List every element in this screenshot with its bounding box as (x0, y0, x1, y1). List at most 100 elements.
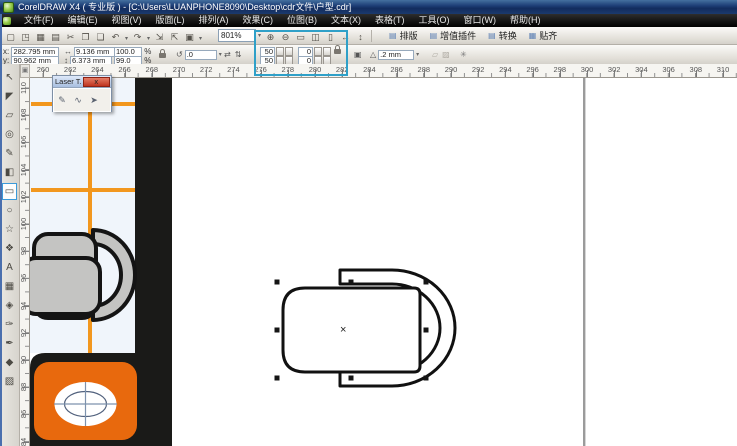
zoom-level-combo[interactable]: 801% ▾ (218, 29, 263, 42)
ellipse-tool[interactable]: ○ (2, 202, 17, 219)
interactive-fill-tool[interactable]: ▨ (2, 373, 17, 390)
menu-item-text[interactable]: 文本(X) (324, 14, 368, 27)
layout-button[interactable]: ▤排版 (389, 29, 418, 42)
snap-button-icon: ▦ (529, 31, 537, 40)
paste-icon[interactable]: ❏ (93, 31, 108, 44)
to-back-icon[interactable]: ▨ (442, 50, 450, 59)
hruler-tick (342, 70, 343, 77)
snap-button[interactable]: ▦贴齐 (529, 29, 558, 42)
menu-item-effects[interactable]: 效果(C) (236, 14, 281, 27)
vertical-ruler[interactable]: 1101081061041021009896949290888684 (20, 78, 30, 446)
fill-tool[interactable]: ◆ (2, 354, 17, 371)
text-tool[interactable]: A (2, 259, 17, 276)
floor-plan-drawing (30, 78, 737, 446)
app-launcher-icon[interactable]: ▣ (182, 31, 197, 44)
app-launcher-icon-dropdown[interactable]: ▾ (197, 35, 204, 42)
zoom-level-value[interactable]: 801% (218, 29, 256, 42)
cut-icon[interactable]: ✂ (63, 31, 78, 44)
menu-item-window[interactable]: 窗口(W) (457, 14, 504, 27)
standard-toolbar-icons: ▢◳▦▤✂❐❏↶▾↷▾⇲⇱▣▾ (3, 27, 204, 45)
zoom-toolbar-icons: ⊕⊖▭◫▯↔↕ (263, 27, 368, 45)
menu-item-edit[interactable]: 编辑(E) (61, 14, 105, 27)
menu-item-view[interactable]: 视图(V) (105, 14, 149, 27)
laser-arrow-tool-icon[interactable]: ➤ (86, 95, 102, 106)
shape-tool[interactable]: ◤ (2, 88, 17, 105)
mirror-vertical-icon[interactable]: ⇅ (235, 50, 242, 59)
menu-item-file[interactable]: 文件(F) (17, 14, 61, 27)
laser-toolbar-close-icon[interactable]: x (83, 77, 111, 87)
zoom-level-dropdown-icon[interactable]: ▾ (256, 32, 263, 39)
menu-item-tools[interactable]: 工具(O) (412, 14, 457, 27)
crop-tool[interactable]: ▱ (2, 107, 17, 124)
smart-fill-tool[interactable]: ◧ (2, 164, 17, 181)
save-icon[interactable]: ▦ (33, 31, 48, 44)
horizontal-ruler[interactable]: 2602622642662682702722742762782802822842… (30, 64, 737, 78)
vruler-tick (22, 360, 29, 361)
toolbox: ↖ ◤ ▱ ◎ ✎ ◧ ▭ ○ ☆ ❖ A ▦ ◈ ✑ ✒ ◆ ▨ (0, 64, 20, 446)
zoom-page-icon[interactable]: ▯ (323, 31, 338, 44)
scale-lock-icon[interactable] (159, 53, 166, 58)
convert-button[interactable]: ▤转换 (488, 29, 517, 42)
laser-curve-tool-icon[interactable]: ∿ (70, 95, 86, 106)
gray-door-symbol[interactable] (30, 230, 135, 320)
outline-pen-tool[interactable]: ✒ (2, 335, 17, 352)
zoom-tool[interactable]: ◎ (2, 126, 17, 143)
rotation-angle-field[interactable]: .0 (185, 50, 217, 60)
import-icon[interactable]: ⇲ (152, 31, 167, 44)
hruler-tick (478, 70, 479, 77)
convert-button-label: 转换 (499, 29, 517, 42)
laser-toolbar-titlebar[interactable]: Laser T... x (53, 76, 111, 88)
drawing-canvas[interactable]: × (30, 78, 737, 446)
corner-radius-lock-icon[interactable] (334, 49, 341, 54)
new-icon[interactable]: ▢ (3, 31, 18, 44)
vruler-tick (22, 170, 29, 171)
corner-spin-icon[interactable] (314, 47, 322, 56)
menu-item-help[interactable]: 帮助(H) (503, 14, 548, 27)
menu-item-arrange[interactable]: 排列(A) (192, 14, 236, 27)
mirror-horizontal-icon[interactable]: ⇄ (224, 50, 231, 59)
ruler-origin-button[interactable]: ▣ (20, 64, 30, 78)
eyedropper-tool[interactable]: ✑ (2, 316, 17, 333)
hruler-tick (424, 70, 425, 77)
corner-spin-icon[interactable] (323, 47, 331, 56)
door-panel-rect[interactable] (283, 288, 420, 372)
menu-item-layout[interactable]: 版面(L) (149, 14, 192, 27)
to-front-icon[interactable]: ▱ (432, 50, 438, 59)
outline-width-field[interactable]: .2 mm (378, 50, 414, 60)
rectangle-tool[interactable]: ▭ (2, 183, 17, 200)
undo-icon[interactable]: ↶ (108, 31, 123, 44)
menu-item-table[interactable]: 表格(T) (368, 14, 412, 27)
selection-center-mark[interactable]: × (340, 324, 346, 336)
zoom-in-icon[interactable]: ⊕ (263, 31, 278, 44)
polygon-tool[interactable]: ☆ (2, 221, 17, 238)
undo-icon-dropdown[interactable]: ▾ (123, 35, 130, 42)
menu-item-bitmaps[interactable]: 位图(B) (280, 14, 324, 27)
table-tool[interactable]: ▦ (2, 278, 17, 295)
open-icon[interactable]: ◳ (18, 31, 33, 44)
plugins-button[interactable]: ▤增值插件 (430, 29, 477, 42)
zoom-height-icon[interactable]: ↕ (353, 31, 368, 44)
corner-spin-icon[interactable] (285, 47, 293, 56)
freehand-tool[interactable]: ✎ (2, 145, 17, 162)
outline-width-dropdown-icon[interactable]: ▾ (414, 51, 421, 58)
redo-icon[interactable]: ↷ (130, 31, 145, 44)
zoom-all-icon[interactable]: ◫ (308, 31, 323, 44)
export-icon[interactable]: ⇱ (167, 31, 182, 44)
zoom-out-icon[interactable]: ⊖ (278, 31, 293, 44)
selected-door-shape[interactable] (283, 270, 455, 386)
redo-icon-dropdown[interactable]: ▾ (145, 35, 152, 42)
blend-tool[interactable]: ◈ (2, 297, 17, 314)
hruler-tick (179, 70, 180, 77)
zoom-selected-icon[interactable]: ▭ (293, 31, 308, 44)
laser-floating-toolbar[interactable]: Laser T... x ✎∿➤ (52, 75, 112, 112)
text-wrap-icon[interactable]: ▣ (354, 50, 362, 59)
quick-customize-icon[interactable]: ✳ (460, 50, 467, 59)
zoom-width-icon[interactable]: ↔ (338, 31, 353, 44)
copy-icon[interactable]: ❐ (78, 31, 93, 44)
pick-tool[interactable]: ↖ (2, 69, 17, 86)
corner-spin-icon[interactable] (276, 47, 284, 56)
vruler-tick (22, 442, 29, 443)
laser-pen-tool-icon[interactable]: ✎ (54, 95, 70, 106)
print-icon[interactable]: ▤ (48, 31, 63, 44)
basic-shapes-tool[interactable]: ❖ (2, 240, 17, 257)
